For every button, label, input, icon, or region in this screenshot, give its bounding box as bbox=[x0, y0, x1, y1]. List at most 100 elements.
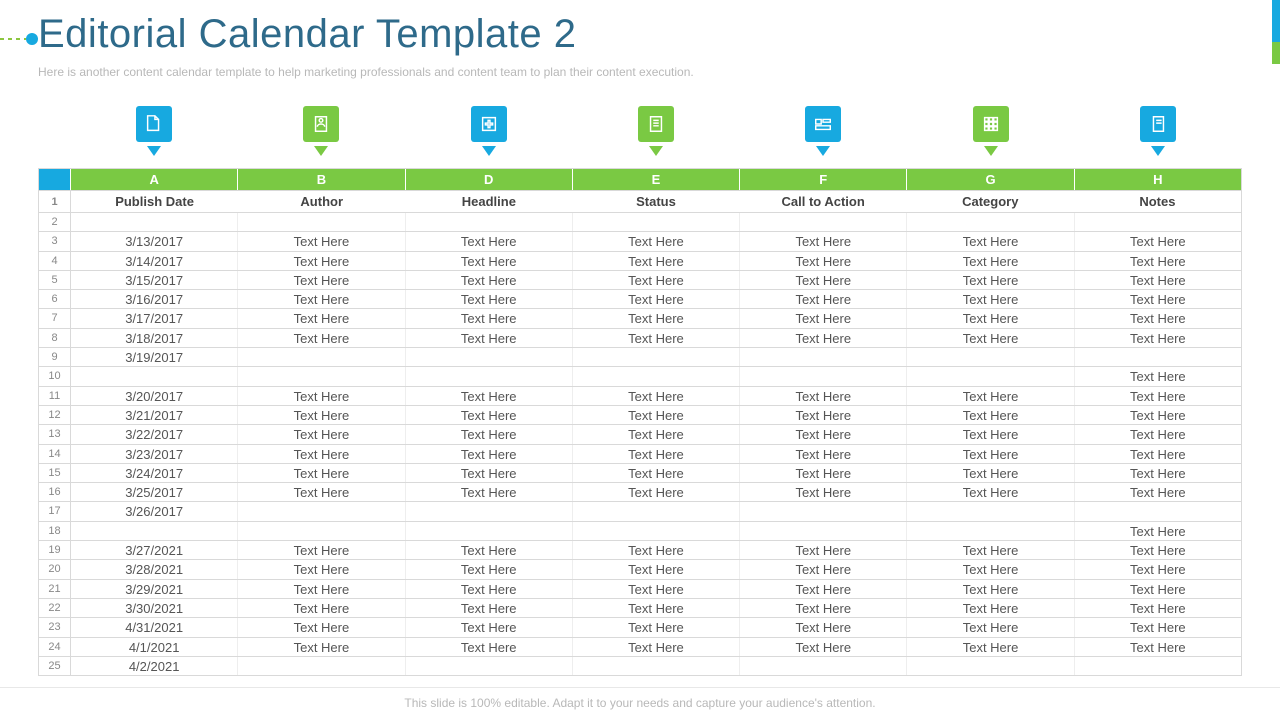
cell[interactable]: Text Here bbox=[238, 252, 405, 270]
cell[interactable]: Text Here bbox=[907, 252, 1074, 270]
cell[interactable] bbox=[71, 522, 238, 540]
cell[interactable] bbox=[573, 367, 740, 385]
cell[interactable]: Text Here bbox=[740, 271, 907, 289]
cell[interactable]: Text Here bbox=[907, 618, 1074, 636]
cell[interactable]: Text Here bbox=[740, 425, 907, 443]
cell[interactable]: Text Here bbox=[238, 309, 405, 327]
cell[interactable] bbox=[573, 522, 740, 540]
cell[interactable]: Text Here bbox=[238, 232, 405, 250]
cell[interactable]: 3/25/2017 bbox=[71, 483, 238, 501]
row-number[interactable]: 5 bbox=[39, 271, 71, 289]
cell[interactable]: Text Here bbox=[573, 541, 740, 559]
cell[interactable]: Text Here bbox=[238, 329, 405, 347]
cell[interactable]: 3/19/2017 bbox=[71, 348, 238, 366]
cell[interactable]: 3/18/2017 bbox=[71, 329, 238, 347]
cell[interactable] bbox=[406, 657, 573, 675]
cell[interactable]: Text Here bbox=[1075, 541, 1241, 559]
cell[interactable]: Text Here bbox=[238, 271, 405, 289]
cell[interactable]: Text Here bbox=[907, 580, 1074, 598]
cell[interactable]: Text Here bbox=[573, 271, 740, 289]
cell[interactable]: Text Here bbox=[740, 599, 907, 617]
cell[interactable]: Text Here bbox=[740, 329, 907, 347]
cell[interactable] bbox=[406, 522, 573, 540]
cell[interactable]: Text Here bbox=[907, 445, 1074, 463]
cell[interactable]: Text Here bbox=[907, 387, 1074, 405]
cell[interactable]: Text Here bbox=[406, 445, 573, 463]
cell[interactable]: Text Here bbox=[406, 638, 573, 656]
cell[interactable]: Text Here bbox=[907, 329, 1074, 347]
cell[interactable]: Text Here bbox=[907, 464, 1074, 482]
cell[interactable]: Text Here bbox=[740, 464, 907, 482]
row-number[interactable]: 15 bbox=[39, 464, 71, 482]
cell[interactable] bbox=[238, 213, 405, 231]
cell[interactable] bbox=[238, 657, 405, 675]
cell[interactable]: Text Here bbox=[907, 232, 1074, 250]
cell[interactable]: Text Here bbox=[406, 599, 573, 617]
cell[interactable]: Status bbox=[572, 191, 739, 212]
cell[interactable]: Text Here bbox=[740, 560, 907, 578]
cell[interactable]: Text Here bbox=[907, 541, 1074, 559]
cell[interactable] bbox=[740, 522, 907, 540]
column-header-H[interactable]: H bbox=[1075, 169, 1241, 190]
row-number[interactable]: 22 bbox=[39, 599, 71, 617]
cell[interactable]: Text Here bbox=[238, 560, 405, 578]
cell[interactable]: Text Here bbox=[907, 309, 1074, 327]
cell[interactable]: Text Here bbox=[1075, 309, 1241, 327]
cell[interactable]: Text Here bbox=[740, 232, 907, 250]
cell[interactable]: Text Here bbox=[1075, 252, 1241, 270]
row-number[interactable]: 3 bbox=[39, 232, 71, 250]
cell[interactable]: Text Here bbox=[740, 387, 907, 405]
cell[interactable]: 3/16/2017 bbox=[71, 290, 238, 308]
row-number[interactable]: 20 bbox=[39, 560, 71, 578]
cell[interactable] bbox=[907, 367, 1074, 385]
cell[interactable]: Text Here bbox=[238, 464, 405, 482]
cell[interactable]: Text Here bbox=[1075, 329, 1241, 347]
row-number[interactable]: 4 bbox=[39, 252, 71, 270]
cell[interactable]: Text Here bbox=[406, 425, 573, 443]
cell[interactable]: Text Here bbox=[907, 638, 1074, 656]
cell[interactable]: Text Here bbox=[406, 252, 573, 270]
cell[interactable]: 3/13/2017 bbox=[71, 232, 238, 250]
cell[interactable] bbox=[406, 213, 573, 231]
cell[interactable]: Publish Date bbox=[71, 191, 238, 212]
cell[interactable] bbox=[238, 348, 405, 366]
cell[interactable]: Text Here bbox=[740, 309, 907, 327]
cell[interactable]: Text Here bbox=[740, 290, 907, 308]
cell[interactable]: Text Here bbox=[740, 618, 907, 636]
cell[interactable]: Text Here bbox=[573, 483, 740, 501]
row-number[interactable]: 14 bbox=[39, 445, 71, 463]
row-number[interactable]: 18 bbox=[39, 522, 71, 540]
cell[interactable]: Text Here bbox=[406, 271, 573, 289]
cell[interactable] bbox=[907, 657, 1074, 675]
row-number[interactable]: 17 bbox=[39, 502, 71, 520]
cell[interactable]: Text Here bbox=[573, 329, 740, 347]
cell[interactable]: Text Here bbox=[1075, 271, 1241, 289]
cell[interactable]: 3/22/2017 bbox=[71, 425, 238, 443]
cell[interactable]: 3/14/2017 bbox=[71, 252, 238, 270]
cell[interactable]: Text Here bbox=[573, 232, 740, 250]
cell[interactable]: Text Here bbox=[573, 599, 740, 617]
cell[interactable]: Text Here bbox=[1075, 406, 1241, 424]
cell[interactable]: Text Here bbox=[1075, 367, 1241, 385]
cell[interactable]: Text Here bbox=[740, 638, 907, 656]
cell[interactable] bbox=[238, 502, 405, 520]
cell[interactable] bbox=[573, 502, 740, 520]
cell[interactable]: Text Here bbox=[406, 406, 573, 424]
cell[interactable]: 3/23/2017 bbox=[71, 445, 238, 463]
row-number[interactable]: 10 bbox=[39, 367, 71, 385]
row-number[interactable]: 8 bbox=[39, 329, 71, 347]
cell[interactable]: Text Here bbox=[1075, 560, 1241, 578]
cell[interactable]: Text Here bbox=[238, 638, 405, 656]
cell[interactable]: Text Here bbox=[907, 599, 1074, 617]
cell[interactable]: Text Here bbox=[573, 290, 740, 308]
row-number[interactable]: 7 bbox=[39, 309, 71, 327]
row-number[interactable]: 1 bbox=[39, 191, 71, 212]
cell[interactable]: Text Here bbox=[1075, 290, 1241, 308]
row-number[interactable]: 12 bbox=[39, 406, 71, 424]
cell[interactable]: Text Here bbox=[1075, 464, 1241, 482]
cell[interactable]: Text Here bbox=[238, 599, 405, 617]
cell[interactable]: Text Here bbox=[238, 445, 405, 463]
cell[interactable]: Notes bbox=[1074, 191, 1241, 212]
cell[interactable]: Text Here bbox=[1075, 580, 1241, 598]
cell[interactable]: Text Here bbox=[238, 580, 405, 598]
